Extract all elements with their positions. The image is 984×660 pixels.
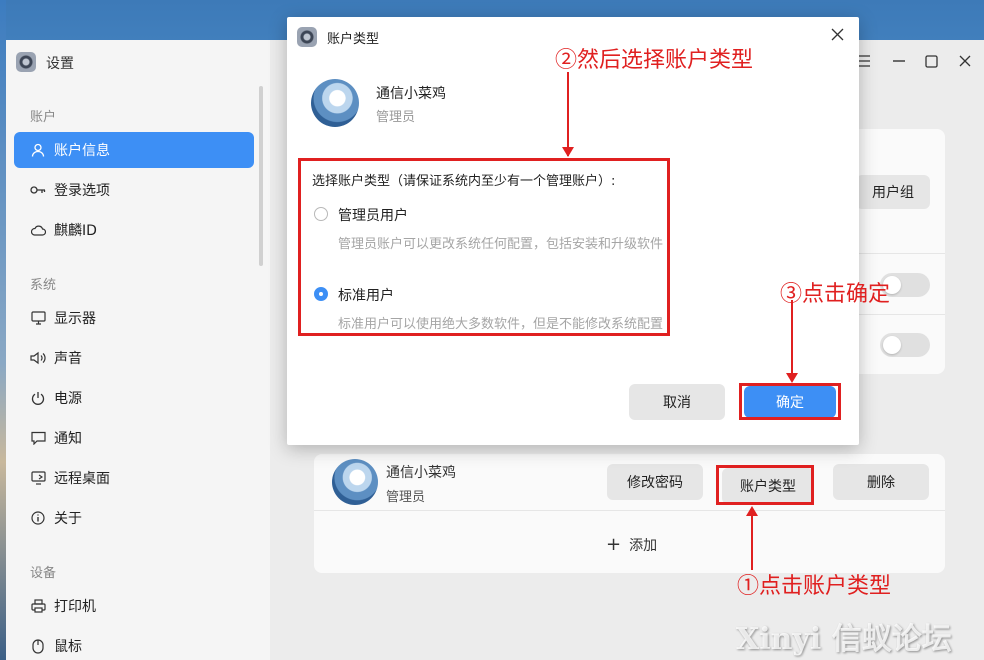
settings-app-icon xyxy=(297,27,317,47)
sidebar-item-notifications[interactable]: 通知 xyxy=(14,420,254,456)
delete-button[interactable]: 删除 xyxy=(833,464,929,500)
key-icon xyxy=(30,182,46,198)
annotation-step1: ①点击账户类型 xyxy=(737,574,892,599)
remote-desktop-icon xyxy=(30,470,46,486)
plus-icon: + xyxy=(606,534,622,555)
annotation-box-options xyxy=(298,158,670,336)
power-icon xyxy=(30,390,46,406)
toggle-switch[interactable] xyxy=(880,333,930,357)
annotation-step3: ③点击确定 xyxy=(780,282,891,307)
speaker-icon xyxy=(30,350,46,366)
sidebar-item-label: 远程桌面 xyxy=(54,471,110,487)
avatar xyxy=(311,79,359,127)
sidebar-item-label: 声音 xyxy=(54,351,82,367)
section-label-account: 账户 xyxy=(30,110,57,125)
settings-app-icon xyxy=(16,52,36,72)
sidebar-item-label: 账户信息 xyxy=(54,143,110,159)
sidebar-item-display[interactable]: 显示器 xyxy=(14,300,254,336)
user-icon xyxy=(30,142,46,158)
sidebar-item-printer[interactable]: 打印机 xyxy=(14,588,254,624)
sidebar-item-label: 鼠标 xyxy=(54,639,82,655)
add-user-button[interactable]: + 添加 xyxy=(606,534,657,555)
sidebar-scrollbar[interactable] xyxy=(259,86,263,266)
close-window-icon[interactable] xyxy=(956,52,974,70)
monitor-icon xyxy=(30,310,46,326)
sidebar-item-account-info[interactable]: 账户信息 xyxy=(14,132,254,168)
annotation-arrow xyxy=(791,300,793,380)
maximize-icon[interactable] xyxy=(922,52,940,70)
annotation-box-account-type xyxy=(716,465,814,505)
avatar xyxy=(332,459,378,505)
sidebar-item-login-options[interactable]: 登录选项 xyxy=(14,172,254,208)
printer-icon xyxy=(30,598,46,614)
sidebar-item-label: 打印机 xyxy=(54,599,96,615)
sidebar-item-label: 麒麟ID xyxy=(54,223,97,239)
sidebar-item-label: 显示器 xyxy=(54,311,96,327)
chat-icon xyxy=(30,430,46,446)
sidebar-item-label: 关于 xyxy=(54,511,82,527)
sidebar-item-label: 通知 xyxy=(54,431,82,447)
arrow-head-icon xyxy=(746,506,758,516)
change-password-button[interactable]: 修改密码 xyxy=(607,464,703,500)
add-label: 添加 xyxy=(629,537,658,554)
mouse-icon xyxy=(30,638,46,654)
cloud-icon xyxy=(30,222,46,238)
info-icon xyxy=(30,510,46,526)
section-label-devices: 设备 xyxy=(30,566,57,581)
user-role: 管理员 xyxy=(386,490,426,505)
arrow-head-icon xyxy=(786,373,798,383)
dialog-user-name: 通信小菜鸡 xyxy=(376,86,446,102)
user-name: 通信小菜鸡 xyxy=(386,465,456,481)
watermark: Xinyi 信蚁论坛 xyxy=(736,622,952,657)
user-group-button[interactable]: 用户组 xyxy=(856,175,930,209)
window-title: 设置 xyxy=(46,56,74,72)
sidebar-item-power[interactable]: 电源 xyxy=(14,380,254,416)
annotation-step2: ②然后选择账户类型 xyxy=(555,48,754,73)
sidebar-item-remote-desktop[interactable]: 远程桌面 xyxy=(14,460,254,496)
cancel-button[interactable]: 取消 xyxy=(629,384,725,420)
dialog-user-role: 管理员 xyxy=(376,110,416,125)
sidebar-item-sound[interactable]: 声音 xyxy=(14,340,254,376)
annotation-arrow xyxy=(567,72,569,156)
section-label-system: 系统 xyxy=(30,278,57,293)
sidebar-item-mouse[interactable]: 鼠标 xyxy=(14,628,254,660)
sidebar-item-label: 登录选项 xyxy=(54,183,110,199)
sidebar-item-label: 电源 xyxy=(54,391,82,407)
sidebar: 设置 账户 账户信息 登录选项 麒麟ID 系统 显示器 声音 电源 通知 远程桌… xyxy=(6,40,270,660)
sidebar-item-kylin-id[interactable]: 麒麟ID xyxy=(14,212,254,248)
sidebar-item-about[interactable]: 关于 xyxy=(14,500,254,536)
annotation-arrow xyxy=(751,512,753,570)
close-icon[interactable] xyxy=(831,25,844,46)
arrow-head-icon xyxy=(562,147,574,157)
dialog-title: 账户类型 xyxy=(327,32,380,47)
annotation-box-confirm xyxy=(739,383,841,420)
minimize-icon[interactable] xyxy=(890,52,908,70)
